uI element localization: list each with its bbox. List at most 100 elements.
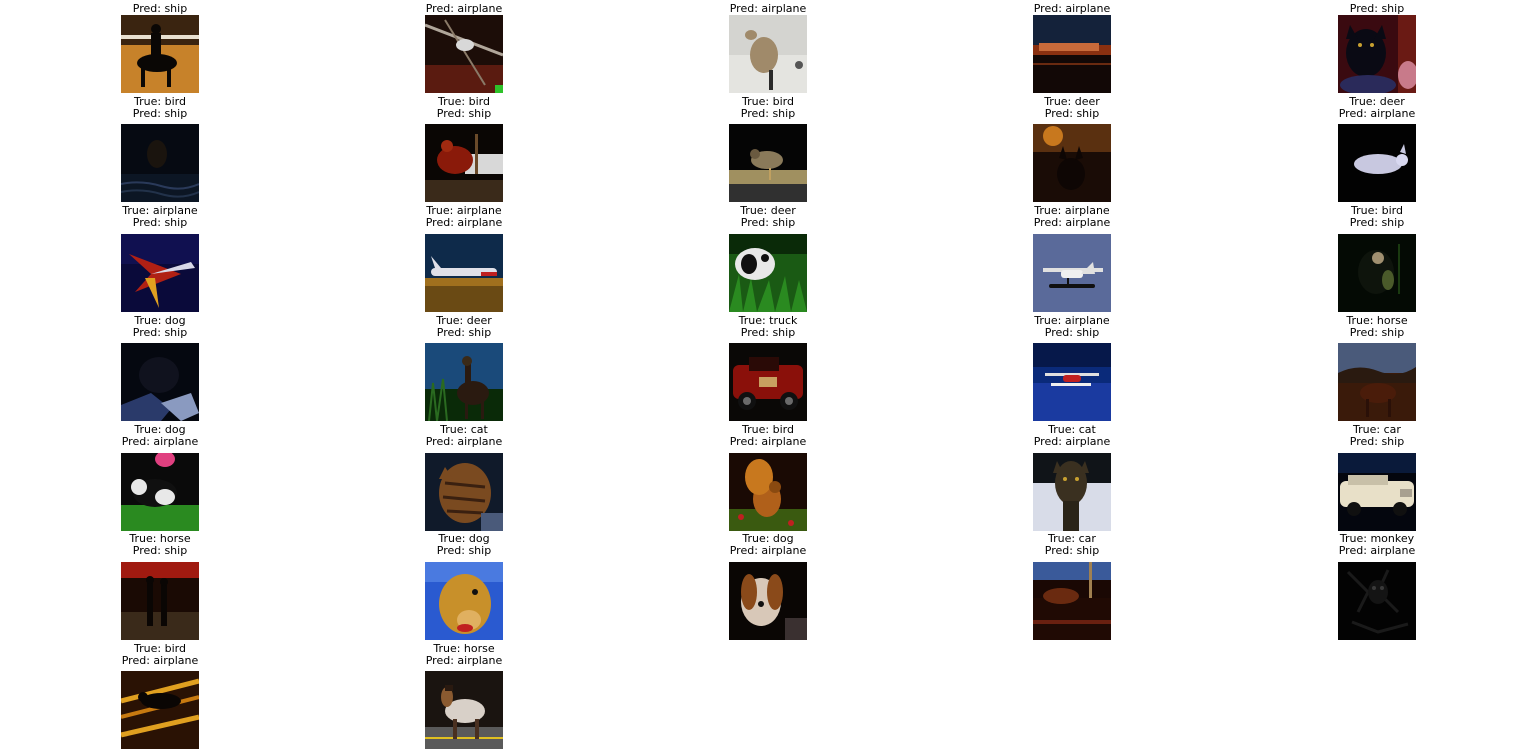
thumbnail-red-plane	[121, 234, 199, 312]
thumbnail-red-bird	[425, 124, 503, 202]
cell-caption: Pred: ship	[80, 1, 240, 15]
cell-caption: True: bird Pred: ship	[80, 96, 240, 119]
true-label: True: deer	[1044, 95, 1100, 108]
true-label: True: airplane	[1034, 204, 1110, 217]
true-label: True: dog	[134, 423, 186, 436]
pred-label: Pred: ship	[740, 215, 796, 229]
pred-label: Pred: ship	[436, 325, 492, 339]
cell-caption: True: horse Pred: ship	[80, 533, 240, 556]
pred-label: Pred: ship	[132, 325, 188, 339]
thumbnail-tabby-cat	[425, 453, 503, 531]
cell-caption: True: cat Pred: airplane	[992, 424, 1152, 447]
cell-caption: True: bird Pred: ship	[384, 96, 544, 119]
pred-label: Pred: airplane	[1338, 106, 1416, 120]
thumbnail-owl-dark	[1338, 234, 1416, 312]
pred-label: Pred: ship	[1349, 434, 1405, 448]
true-label: True: horse	[1346, 314, 1408, 327]
thumbnail-greyhound	[729, 15, 807, 93]
pred-label: Pred: ship	[132, 215, 188, 229]
cell-caption: True: cat Pred: airplane	[384, 424, 544, 447]
pred-label: Pred: airplane	[729, 1, 807, 15]
cell-caption: True: monkey Pred: airplane	[1297, 533, 1457, 556]
thumbnail-jet-on-field	[425, 234, 503, 312]
true-label: True: deer	[436, 314, 492, 327]
thumbnail-white-animal	[1338, 124, 1416, 202]
cell-caption: True: dog Pred: ship	[80, 315, 240, 338]
thumbnail-cat-in-snow	[1033, 453, 1111, 531]
thumbnail-cat-on-lap	[1338, 15, 1416, 93]
thumbnail-squirrel-bird	[729, 453, 807, 531]
thumbnail-car-street	[1033, 562, 1111, 640]
true-label: True: airplane	[1034, 314, 1110, 327]
pred-label: Pred: ship	[436, 543, 492, 557]
true-label: True: car	[1048, 532, 1096, 545]
pred-label: Pred: airplane	[121, 653, 199, 667]
thumbnail-ship-at-dusk	[1033, 15, 1111, 93]
pred-label: Pred: ship	[740, 325, 796, 339]
true-label: True: dog	[134, 314, 186, 327]
cell-caption: True: airplane Pred: airplane	[384, 205, 544, 228]
pred-label: Pred: airplane	[729, 543, 807, 557]
pred-label: Pred: airplane	[1033, 1, 1111, 15]
pred-label: Pred: ship	[1349, 1, 1405, 15]
cell-caption: True: truck Pred: ship	[688, 315, 848, 338]
cell-caption: True: dog Pred: airplane	[688, 533, 848, 556]
true-label: True: bird	[438, 95, 490, 108]
thumbnail-white-limo	[1338, 453, 1416, 531]
true-label: True: airplane	[122, 204, 198, 217]
true-label: True: bird	[134, 642, 186, 655]
pred-label: Pred: ship	[1044, 106, 1100, 120]
cell-caption: True: airplane Pred: airplane	[992, 205, 1152, 228]
pred-label: Pred: ship	[436, 106, 492, 120]
cell-caption: True: deer Pred: ship	[688, 205, 848, 228]
thumbnail-dog-in-grass	[729, 234, 807, 312]
thumbnail-dog-on-lawn	[121, 453, 199, 531]
cell-caption: True: horse Pred: airplane	[384, 643, 544, 666]
pred-label: Pred: ship	[132, 543, 188, 557]
thumbnail-bird-on-post	[729, 124, 807, 202]
thumbnail-dark-bird-water	[121, 124, 199, 202]
pred-label: Pred: ship	[740, 106, 796, 120]
pred-label: Pred: ship	[1349, 215, 1405, 229]
cell-caption: True: airplane Pred: ship	[80, 205, 240, 228]
true-label: True: car	[1353, 423, 1401, 436]
true-label: True: airplane	[426, 204, 502, 217]
true-label: True: cat	[1048, 423, 1096, 436]
thumbnail-rider-on-horse	[121, 15, 199, 93]
true-label: True: deer	[740, 204, 796, 217]
pred-label: Pred: airplane	[425, 1, 503, 15]
pred-label: Pred: airplane	[425, 653, 503, 667]
pred-label: Pred: ship	[1349, 325, 1405, 339]
cell-caption: True: airplane Pred: ship	[992, 315, 1152, 338]
true-label: True: truck	[738, 314, 798, 327]
thumbnail-red-truck	[729, 343, 807, 421]
cell-caption: True: deer Pred: ship	[992, 96, 1152, 119]
misclassification-grid: Pred: ship Pred: airplane Pred: airplane Pr…	[0, 0, 1536, 754]
pred-label: Pred: ship	[132, 106, 188, 120]
pred-label: Pred: airplane	[425, 434, 503, 448]
thumbnail-seaplane-water	[1033, 343, 1111, 421]
thumbnail-bird-on-branch	[425, 15, 503, 93]
cell-caption: True: deer Pred: ship	[384, 315, 544, 338]
pred-label: Pred: airplane	[729, 434, 807, 448]
pred-label: Pred: airplane	[1338, 543, 1416, 557]
cell-caption: True: bird Pred: airplane	[688, 424, 848, 447]
thumbnail-deer-in-grass	[425, 343, 503, 421]
cell-caption: True: bird Pred: airplane	[80, 643, 240, 666]
cell-caption: Pred: ship	[1297, 1, 1457, 15]
true-label: True: horse	[433, 642, 495, 655]
true-label: True: horse	[129, 532, 191, 545]
thumbnail-pony-road	[425, 671, 503, 749]
pred-label: Pred: airplane	[1033, 434, 1111, 448]
pred-label: Pred: ship	[1044, 543, 1100, 557]
cell-caption: True: dog Pred: airplane	[80, 424, 240, 447]
true-label: True: bird	[134, 95, 186, 108]
thumbnail-horse-riders	[121, 562, 199, 640]
thumbnail-dark-monkey	[1338, 562, 1416, 640]
thumbnail-golden-dog	[425, 562, 503, 640]
pred-label: Pred: ship	[132, 1, 188, 15]
true-label: True: dog	[438, 532, 490, 545]
cell-caption: True: dog Pred: ship	[384, 533, 544, 556]
pred-label: Pred: airplane	[121, 434, 199, 448]
cell-caption: True: bird Pred: ship	[688, 96, 848, 119]
